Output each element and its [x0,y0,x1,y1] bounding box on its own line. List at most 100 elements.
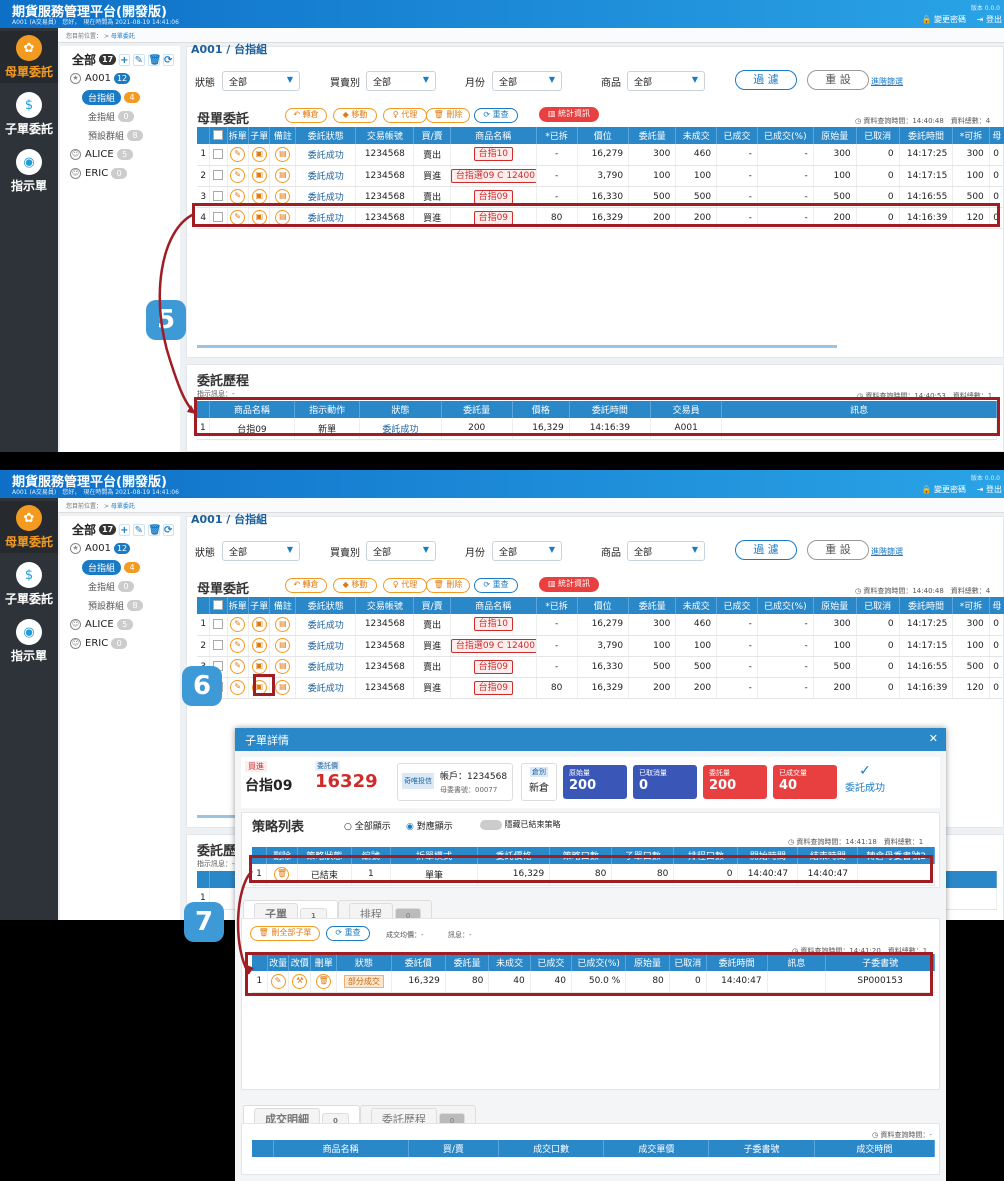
column-header[interactable]: 未成交 [488,954,531,971]
nav-parent-order[interactable]: ✿ 母單委託 [0,501,58,553]
column-header[interactable]: 原始量 [813,597,857,614]
add-icon[interactable]: + [118,53,131,66]
bs-select[interactable]: 全部 ▼ [366,541,436,561]
row-checkbox-cell[interactable] [209,635,228,657]
checkbox[interactable] [213,640,224,651]
move-button[interactable]: ◆ 移動 [333,108,377,123]
change-password-link[interactable]: 🔒 變更密碼 [921,484,966,495]
child-order-icon[interactable]: ▣ [251,146,267,162]
pencil-icon[interactable]: ✎ [230,210,246,225]
checkbox[interactable] [213,149,224,159]
advanced-filter-link[interactable]: 進階篩選 [871,546,903,557]
bs-select[interactable]: 全部 ▼ [366,71,436,91]
table-row[interactable]: 4✎▣▤委託成功1234568買進台指098016,329200200--200… [197,677,1004,699]
table-row[interactable]: 1 ✎ ⚒ 🗑 部分成交 16,329 80 40 40 50.0 % 80 0 14:40:47 SP0… [252,971,935,993]
table-row[interactable]: 1 ✎ ▣ ▤ 委託成功 1234568 賣出 台指10-16,279 300 460- -300 0… [197,144,1004,166]
column-header[interactable]: 未成交 [675,127,718,144]
pencil-icon[interactable]: ✎ [230,659,246,674]
column-header[interactable]: 母 [989,127,1004,144]
column-header[interactable]: 已取消 [856,127,900,144]
column-header[interactable]: 編號 [351,847,392,864]
column-header[interactable]: 價位 [577,127,630,144]
column-header[interactable]: 子單 [248,127,271,144]
child-order-icon[interactable]: ▣ [251,210,267,225]
row-checkbox-cell[interactable] [209,165,228,187]
move-button[interactable]: ◆ 移動 [333,578,377,593]
table-row[interactable]: 2 ✎ ▣ ▤ 委託成功 1234568 買進 台指選09 C 12400-3,790 100 1… [197,165,1004,187]
pencil-icon[interactable]: ✎ [230,680,246,695]
tree-group-taiex[interactable]: 台指組 4 [82,88,174,107]
column-header[interactable]: *已拆 [536,597,578,614]
child-recheck-button[interactable]: ⟳ 重查 [326,926,370,941]
column-header[interactable]: 改量 [267,954,290,971]
tree-eric[interactable]: ☺ ERIC 0 [70,164,174,183]
column-header[interactable]: 拆單 [227,597,250,614]
checkbox[interactable] [213,170,224,181]
column-header[interactable]: 已成交 [716,597,758,614]
nav-child-order[interactable]: $ 子單委託 [0,88,58,140]
column-header[interactable]: 已取消 [856,597,900,614]
table-row[interactable]: 1 🗑 已結束 1 單筆 16,329 80 80 0 14:40:47 14:40:47 [252,864,935,886]
stats-button[interactable]: ▥ 統計資訊 [539,107,599,122]
edit-price-icon[interactable]: ⚒ [292,973,308,989]
column-header[interactable]: 結束時間 [797,847,859,864]
column-header[interactable]: 委託時間 [569,401,652,418]
pencil-icon[interactable]: ✎ [230,146,246,162]
column-header[interactable]: 委託價格 [477,847,551,864]
logout-link[interactable]: ⇥ 登出 [977,14,1002,25]
tree-a001[interactable]: ★ A001 12 [70,539,174,558]
refresh-icon[interactable]: ⟳ [162,523,174,536]
column-header[interactable]: 已取消 [669,954,707,971]
column-header[interactable]: 狀態 [336,954,392,971]
column-header[interactable]: 交易帳號 [355,127,415,144]
column-header[interactable]: 成交單價 [603,1140,710,1157]
column-header[interactable]: 商品名稱 [273,1140,409,1157]
column-header[interactable]: 轉倉母委書號2 [857,847,935,864]
close-icon[interactable]: ✕ [929,732,938,745]
column-header[interactable]: 原始量 [813,127,857,144]
tree-group-gold[interactable]: 金指組 0 [88,577,174,596]
tree-group-gold[interactable]: 金指組 0 [88,107,174,126]
row-checkbox-cell[interactable] [209,144,228,166]
proxy-button[interactable]: ♀ 代理 [383,578,427,593]
column-header[interactable]: 成交時間 [814,1140,936,1157]
child-order-icon[interactable]: ▣ [251,680,267,695]
reset-button[interactable]: 重 設 [807,540,869,560]
child-order-icon[interactable]: ▣ [251,189,267,204]
rollover-button[interactable]: ↶ 轉倉 [285,108,327,123]
column-header[interactable]: 母 [989,597,1004,614]
proxy-button[interactable]: ♀ 代理 [383,108,427,123]
column-header[interactable]: 已成交(%) [571,954,627,971]
table-row[interactable]: 3✎▣▤委託成功1234568賣出台指09-16,330500500--5000… [197,656,1004,678]
child-order-icon[interactable]: ▣ [251,616,267,632]
table-row[interactable]: 1 ✎ ▣ ▤ 委託成功 1234568 賣出 台指10-16,279 300 460- -300 0… [197,614,1004,636]
row-checkbox-cell[interactable] [209,614,228,636]
select-all-header[interactable] [209,127,228,144]
tree-alice[interactable]: ☺ ALICE 5 [70,145,174,164]
delete-button[interactable]: 🗑 刪除 [426,578,470,593]
column-header[interactable]: 備註 [269,597,297,614]
delete-button[interactable]: 🗑 刪除 [426,108,470,123]
table-row[interactable]: 3✎▣▤委託成功1234568賣出台指09-16,330500500--5000… [197,186,1004,208]
column-header[interactable]: *已拆 [536,127,578,144]
column-header[interactable]: 委託時間 [899,127,954,144]
column-header[interactable]: 委託時間 [706,954,768,971]
trash-icon[interactable]: 🗑 [147,53,161,66]
column-header[interactable]: 委託狀態 [295,597,357,614]
table-row[interactable]: 1台指09新單委託成功20016,32914:16:39A001 [197,418,997,440]
checkbox[interactable] [213,130,224,141]
table-row[interactable]: 2 ✎ ▣ ▤ 委託成功 1234568 買進 台指選09 C 12400-3,790 100 1… [197,635,1004,657]
child-order-icon[interactable]: ▣ [251,168,267,183]
row-checkbox-cell[interactable] [209,186,228,208]
column-header[interactable]: 買/賣 [413,597,451,614]
column-header[interactable]: 委託時間 [899,597,954,614]
trash-icon[interactable]: 🗑 [147,523,161,536]
column-header[interactable]: 改價 [288,954,312,971]
column-header[interactable]: 策略口數 [549,847,613,864]
filter-button[interactable]: 過 濾 [735,70,797,90]
column-header[interactable]: 刪除 [266,847,298,864]
note-icon[interactable]: ▤ [275,168,291,183]
tree-a001[interactable]: ★ A001 12 [70,69,174,88]
column-header[interactable]: 備註 [269,127,297,144]
edit-qty-icon[interactable]: ✎ [270,973,286,989]
